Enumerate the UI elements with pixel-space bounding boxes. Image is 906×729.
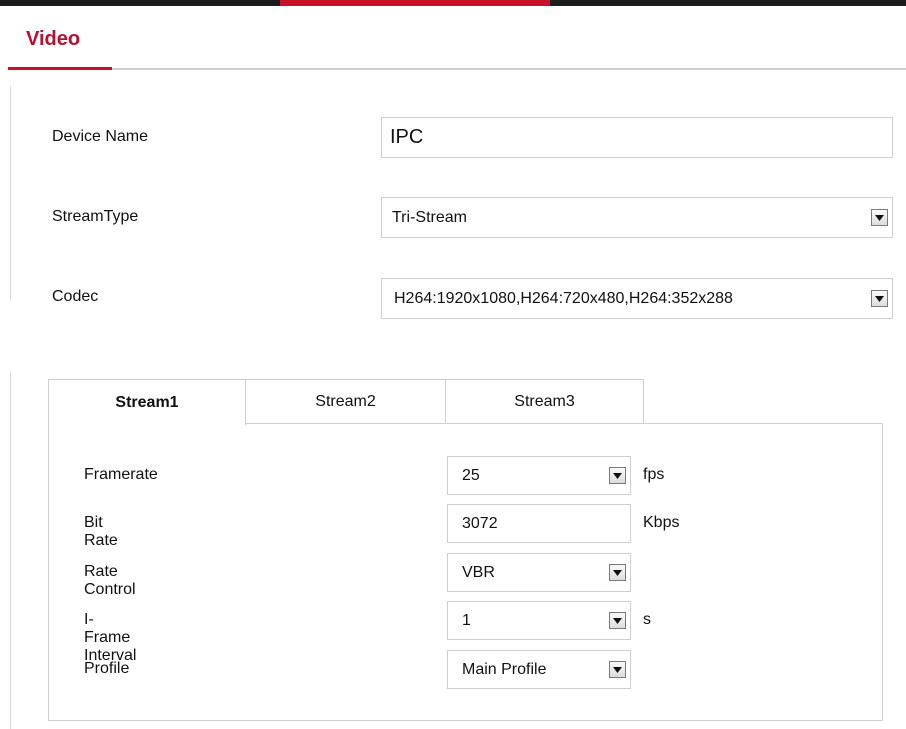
device-name-input[interactable] (381, 117, 893, 158)
chevron-down-icon[interactable] (609, 467, 626, 484)
chevron-down-icon[interactable] (609, 612, 626, 629)
iframe-interval-label: I-Frame Interval (84, 611, 137, 664)
tab-stream1[interactable]: Stream1 (48, 379, 246, 425)
top-bar-accent (280, 0, 550, 6)
framerate-unit: fps (643, 466, 665, 483)
tab-stream2[interactable]: Stream2 (245, 379, 446, 424)
title-underline-accent (8, 67, 112, 70)
codec-select[interactable]: H264:1920x1080,H264:720x480,H264:352x288 (381, 278, 893, 319)
title-divider (8, 68, 906, 70)
stream-type-value: Tri-Stream (392, 208, 467, 226)
bitrate-label: Bit Rate (84, 514, 118, 549)
bitrate-input[interactable] (447, 504, 631, 543)
codec-label: Codec (52, 288, 99, 305)
rate-control-label: Rate Control (84, 563, 136, 598)
framerate-value: 25 (462, 466, 480, 484)
framerate-label: Framerate (84, 466, 158, 483)
chevron-down-icon[interactable] (609, 564, 626, 581)
profile-select[interactable]: Main Profile (447, 650, 631, 689)
chevron-down-icon[interactable] (609, 661, 626, 678)
iframe-interval-select[interactable]: 1 (447, 601, 631, 640)
chevron-down-icon[interactable] (871, 209, 888, 226)
iframe-interval-unit: s (643, 611, 651, 628)
chevron-down-icon[interactable] (871, 290, 888, 307)
stream-type-label: StreamType (52, 208, 139, 225)
rate-control-value: VBR (462, 563, 495, 581)
device-name-label: Device Name (52, 128, 149, 145)
codec-value: H264:1920x1080,H264:720x480,H264:352x288 (394, 289, 733, 307)
tab-stream3[interactable]: Stream3 (445, 379, 644, 424)
profile-value: Main Profile (462, 660, 547, 678)
page-title: Video (26, 28, 81, 50)
left-border (10, 86, 11, 300)
iframe-interval-value: 1 (462, 611, 471, 629)
rate-control-select[interactable]: VBR (447, 553, 631, 592)
framerate-select[interactable]: 25 (447, 456, 631, 495)
bitrate-unit: Kbps (643, 514, 680, 531)
profile-label: Profile (84, 660, 130, 677)
stream-type-select[interactable]: Tri-Stream (381, 197, 893, 238)
left-border (10, 372, 11, 729)
